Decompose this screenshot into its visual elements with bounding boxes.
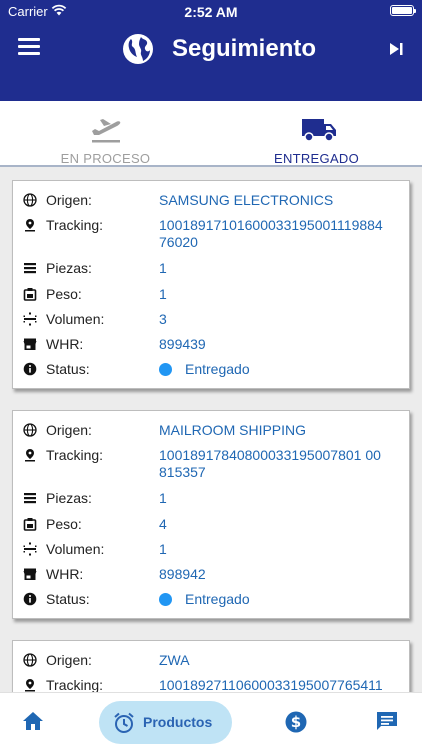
airplane-departure-icon — [92, 119, 121, 143]
dollar-icon[interactable]: $ — [285, 711, 307, 733]
skip-next-icon[interactable] — [388, 41, 404, 57]
info-icon — [23, 362, 37, 376]
weight-icon — [23, 288, 37, 301]
globe-icon — [123, 34, 153, 64]
status-dot — [159, 363, 172, 376]
list-icon — [24, 263, 36, 274]
tab-entregado[interactable]: ENTREGADO — [211, 101, 422, 167]
origen-value: SAMSUNG ELECTRONICS — [159, 192, 334, 208]
location-pin-icon — [25, 219, 35, 232]
page-title: Seguimiento — [172, 35, 317, 62]
peso-value: 1 — [159, 286, 167, 302]
shipment-card[interactable]: Origen: MAILROOM SHIPPING Tracking: 1001… — [12, 410, 410, 619]
volumen-value: 1 — [159, 541, 167, 557]
tracking-label: Tracking: — [46, 447, 104, 463]
globe-small-icon — [23, 653, 37, 667]
tracking-value[interactable]: 10018917840800033195007801 00 815357 — [159, 447, 399, 481]
status-value: Entregado — [159, 361, 399, 378]
piezas-value: 1 — [159, 490, 167, 506]
status-label: Status: — [46, 361, 90, 377]
origen-label: Origen: — [46, 652, 92, 668]
tracking-value[interactable]: 10018927110600033195007765411 — [159, 677, 399, 692]
alarm-clock-icon — [114, 712, 134, 733]
battery-icon — [390, 5, 416, 16]
tracking-value[interactable]: 10018917101600033195001119884 76020 — [159, 217, 399, 251]
location-pin-icon — [25, 449, 35, 462]
whr-label: WHR: — [46, 336, 84, 352]
status-bar: Carrier 2:52 AM — [0, 0, 422, 22]
productos-nav-button[interactable]: Productos — [99, 701, 232, 744]
status-value: Entregado — [159, 591, 399, 608]
piezas-value: 1 — [159, 260, 167, 276]
origen-value: ZWA — [159, 652, 190, 668]
chat-icon[interactable] — [376, 711, 398, 731]
list-icon — [24, 493, 36, 504]
globe-small-icon — [23, 423, 37, 437]
tracking-label: Tracking: — [46, 677, 104, 692]
status-dot — [159, 593, 172, 606]
home-icon[interactable] — [22, 711, 44, 731]
productos-label: Productos — [143, 714, 213, 730]
piezas-label: Piezas: — [46, 260, 92, 276]
whr-value: 899439 — [159, 336, 206, 352]
clock-time: 2:52 AM — [184, 4, 238, 20]
origen-label: Origen: — [46, 422, 92, 438]
tab-en-proceso[interactable]: EN PROCESO — [0, 101, 211, 167]
shipment-card[interactable]: Origen: ZWA Tracking: 100189271106000331… — [12, 640, 410, 692]
truck-icon — [302, 119, 336, 142]
volumen-value: 3 — [159, 311, 167, 327]
warehouse-icon — [23, 568, 37, 580]
piezas-label: Piezas: — [46, 490, 92, 506]
shipment-list[interactable]: Origen: SAMSUNG ELECTRONICS Tracking: 10… — [0, 167, 422, 692]
peso-value: 4 — [159, 516, 167, 532]
status-text: Entregado — [185, 361, 250, 377]
volumen-label: Volumen: — [46, 541, 105, 557]
status-text: Entregado — [185, 591, 250, 607]
bottom-navigation: Productos $ — [0, 692, 422, 750]
origen-value: MAILROOM SHIPPING — [159, 422, 307, 438]
tab-entregado-label: ENTREGADO — [273, 151, 360, 166]
shipment-card[interactable]: Origen: SAMSUNG ELECTRONICS Tracking: 10… — [12, 180, 410, 389]
status-tabs: EN PROCESO ENTREGADO — [0, 101, 422, 167]
app-header: Carrier 2:52 AM Seguimiento — [0, 0, 422, 101]
weight-icon — [23, 518, 37, 531]
volumen-label: Volumen: — [46, 311, 105, 327]
volume-icon — [23, 542, 37, 556]
volume-icon — [23, 312, 37, 326]
whr-value: 898942 — [159, 566, 206, 582]
tab-en-proceso-label: EN PROCESO — [60, 151, 151, 166]
tracking-label: Tracking: — [46, 217, 104, 233]
info-icon — [23, 592, 37, 606]
origen-label: Origen: — [46, 192, 92, 208]
hamburger-menu-icon[interactable] — [18, 38, 40, 58]
peso-label: Peso: — [46, 286, 82, 302]
globe-small-icon — [23, 193, 37, 207]
location-pin-icon — [25, 679, 35, 692]
peso-label: Peso: — [46, 516, 82, 532]
status-label: Status: — [46, 591, 90, 607]
whr-label: WHR: — [46, 566, 84, 582]
warehouse-icon — [23, 338, 37, 350]
svg-text:$: $ — [291, 713, 301, 731]
